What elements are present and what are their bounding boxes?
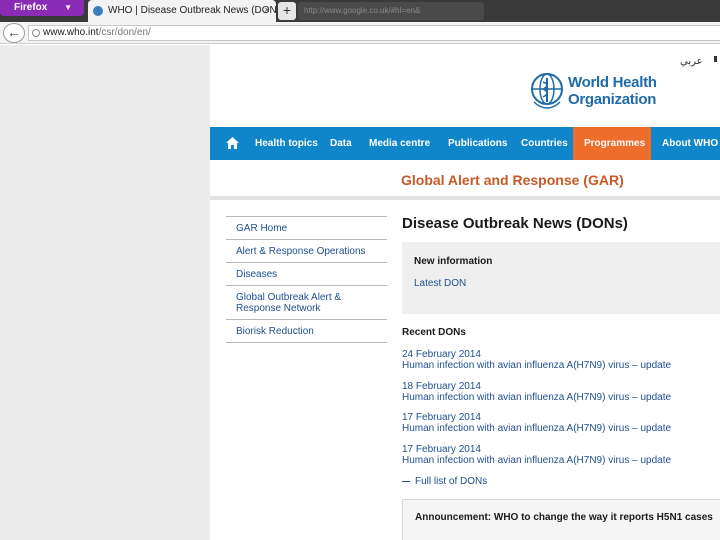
don-date: 17 February 2014 <box>402 412 481 423</box>
who-favicon-icon <box>93 6 103 16</box>
edge-marker <box>714 56 717 62</box>
firefox-menu-label: Firefox <box>14 2 48 13</box>
don-date: 17 February 2014 <box>402 443 481 455</box>
full-list-label: Full list of DONs <box>415 476 488 487</box>
nav-item-health-topics[interactable]: Health topics <box>255 127 318 160</box>
browser-window: Firefox ▼ WHO | Disease Outbreak News (D… <box>0 0 720 540</box>
list-item[interactable]: 24 February 2014 Human infection with av… <box>402 349 720 381</box>
tab-bar: Firefox ▼ WHO | Disease Outbreak News (D… <box>0 0 720 22</box>
chevron-down-icon: ▼ <box>64 3 72 12</box>
announcement-box: Announcement: WHO to change the way it r… <box>402 499 720 540</box>
recent-dons-list: 24 February 2014 Human infection with av… <box>402 349 720 475</box>
sidebar-item-alert-response[interactable]: Alert & Response Operations <box>226 240 387 263</box>
logo-line-1: World Health <box>568 74 657 91</box>
language-link-arabic[interactable]: عربي <box>680 56 703 67</box>
don-link[interactable]: Human infection with avian influenza A(H… <box>402 423 720 434</box>
browser-tab-background[interactable]: http://www.google.co.uk/#hl=en& <box>298 2 484 20</box>
sidebar-item-biorisk[interactable]: Biorisk Reduction <box>226 320 387 343</box>
don-link[interactable]: Human infection with avian influenza A(H… <box>402 360 720 371</box>
page-title: Disease Outbreak News (DONs) <box>402 215 628 232</box>
new-tab-button[interactable]: + <box>278 2 296 20</box>
list-item[interactable]: 18 February 2014 Human infection with av… <box>402 381 720 413</box>
list-item[interactable]: 17 February 2014 Human infection with av… <box>402 412 720 444</box>
url-host: www.who.int <box>43 27 99 38</box>
sidebar-menu: GAR Home Alert & Response Operations Dis… <box>226 216 387 343</box>
main-navigation: Health topics Data Media centre Publicat… <box>210 127 720 160</box>
don-date: 18 February 2014 <box>402 380 481 392</box>
nav-item-programmes[interactable]: Programmes <box>573 127 651 160</box>
new-information-heading: New information <box>414 256 493 267</box>
recent-dons-heading: Recent DONs <box>402 327 466 338</box>
firefox-menu-button[interactable]: Firefox ▼ <box>0 0 84 16</box>
nav-item-media-centre[interactable]: Media centre <box>369 127 430 160</box>
full-list-link[interactable]: Full list of DONs <box>402 476 487 487</box>
nav-item-about-who[interactable]: About WHO <box>662 127 718 160</box>
section-divider <box>210 196 720 200</box>
dash-bullet-icon <box>402 480 410 482</box>
address-bar[interactable]: www.who.int/csr/don/en/ <box>28 25 720 41</box>
sidebar-item-goarn[interactable]: Global Outbreak Alert & Response Network <box>226 286 387 320</box>
who-logo-text[interactable]: World Health Organization <box>568 74 657 108</box>
announcement-link[interactable]: Announcement: WHO to change the way it r… <box>415 512 713 523</box>
nav-item-data[interactable]: Data <box>330 127 352 160</box>
list-item[interactable]: 17 February 2014 Human infection with av… <box>402 444 720 476</box>
section-title: Global Alert and Response (GAR) <box>401 172 624 188</box>
sidebar-item-diseases[interactable]: Diseases <box>226 263 387 286</box>
browser-tab-active[interactable]: WHO | Disease Outbreak News (DONs) × <box>88 0 276 22</box>
navigation-bar: ← www.who.int/csr/don/en/ <box>0 22 720 44</box>
latest-don-link[interactable]: Latest DON <box>414 278 466 289</box>
globe-icon <box>32 29 40 37</box>
don-date: 24 February 2014 <box>402 349 481 360</box>
url-path: /csr/don/en/ <box>98 27 151 38</box>
sidebar-item-gar-home[interactable]: GAR Home <box>226 217 387 240</box>
close-tab-icon[interactable]: × <box>264 0 270 22</box>
don-link[interactable]: Human infection with avian influenza A(H… <box>402 455 720 466</box>
tab-title: WHO | Disease Outbreak News (DONs) <box>108 5 276 16</box>
nav-item-publications[interactable]: Publications <box>448 127 507 160</box>
who-emblem-icon <box>531 73 563 109</box>
logo-line-2: Organization <box>568 91 657 108</box>
new-information-box: New information Latest DON <box>402 242 720 314</box>
page-left-margin <box>0 45 210 540</box>
back-button[interactable]: ← <box>3 23 25 43</box>
back-arrow-icon: ← <box>7 24 21 40</box>
nav-item-countries[interactable]: Countries <box>521 127 568 160</box>
don-link[interactable]: Human infection with avian influenza A(H… <box>402 392 720 403</box>
home-icon[interactable] <box>226 137 239 149</box>
